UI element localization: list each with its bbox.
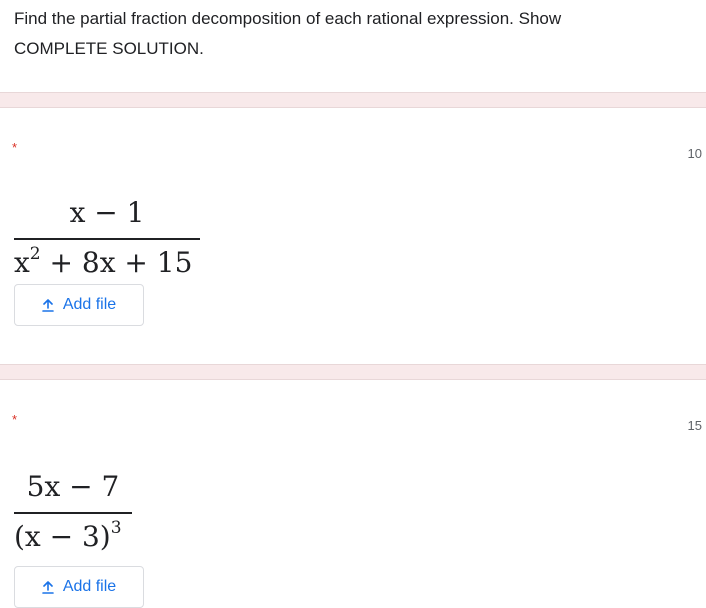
instructions-line-2: COMPLETE SOLUTION. bbox=[14, 39, 204, 58]
denominator-base: (x − 3) bbox=[14, 520, 111, 553]
section-separator bbox=[0, 364, 706, 380]
denominator-exponent: 2 bbox=[29, 244, 41, 264]
denominator-exponent: 3 bbox=[110, 518, 122, 538]
rational-expression: x − 1 x2 + 8x + 15 bbox=[14, 196, 200, 286]
fraction-bar bbox=[14, 238, 200, 240]
numerator: 5x − 7 bbox=[26, 470, 120, 503]
instructions-line-1: Find the partial fraction decomposition … bbox=[14, 9, 562, 28]
instructions: Find the partial fraction decomposition … bbox=[14, 4, 704, 64]
rational-expression: 5x − 7 (x − 3)3 bbox=[14, 470, 132, 560]
add-file-button[interactable]: Add file bbox=[14, 284, 144, 326]
add-file-label: Add file bbox=[62, 578, 117, 595]
fraction-bar bbox=[14, 512, 132, 514]
upload-icon bbox=[42, 298, 54, 312]
add-file-button[interactable]: Add file bbox=[14, 566, 144, 608]
section-separator bbox=[0, 92, 706, 108]
points-label: 10 bbox=[687, 146, 702, 161]
numerator: x − 1 bbox=[69, 196, 145, 229]
points-label: 15 bbox=[687, 418, 702, 433]
required-marker: * bbox=[12, 412, 18, 427]
required-marker: * bbox=[12, 140, 18, 155]
add-file-label: Add file bbox=[62, 296, 117, 313]
denominator-base: x bbox=[14, 246, 30, 279]
upload-icon bbox=[42, 580, 54, 594]
denominator: x2 + 8x + 15 bbox=[14, 244, 200, 280]
denominator: (x − 3)3 bbox=[14, 518, 132, 554]
denominator-rest: + 8x + 15 bbox=[40, 246, 193, 279]
